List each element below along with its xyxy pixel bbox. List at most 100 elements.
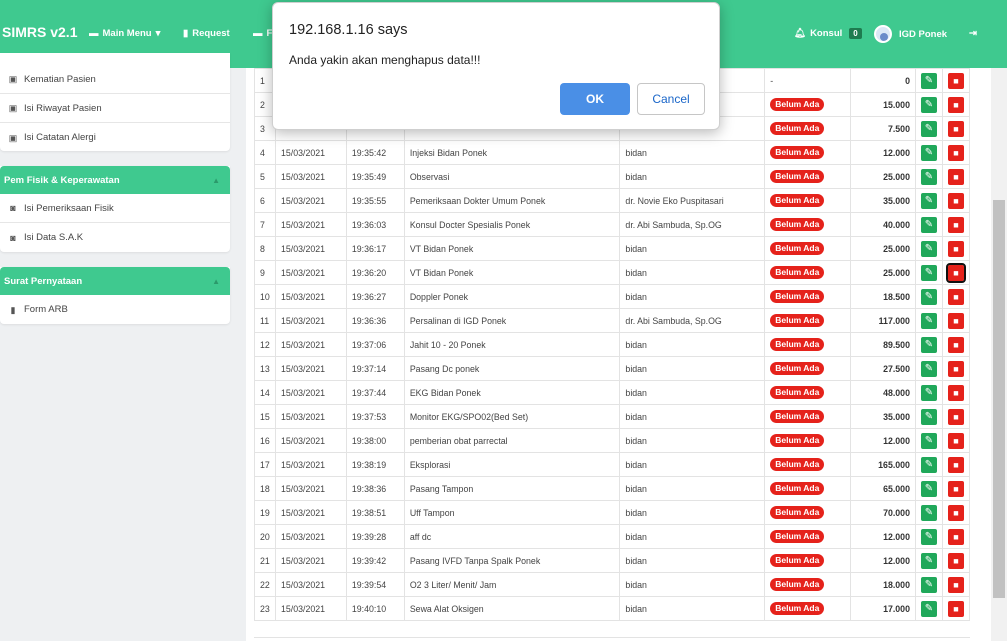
sidebar-item-riwayat[interactable]: ▣ Isi Riwayat Pasien	[0, 94, 230, 123]
delete-button[interactable]: ■	[947, 312, 964, 329]
cell-petugas: bidan	[619, 404, 766, 429]
cell-tarif: 12.000	[850, 428, 916, 453]
edit-button[interactable]: ✎	[920, 600, 937, 617]
status-badge: Belum Ada	[770, 554, 825, 567]
edit-button[interactable]: ✎	[920, 552, 937, 569]
table-row: 13 15/03/2021 19:37:14 Pasang Dc ponek bidan…	[254, 356, 971, 381]
konsul-menu[interactable]: 🔔︎ Konsul 0	[794, 28, 862, 39]
status-badge: Belum Ada	[770, 458, 825, 471]
sidebar-item-pemeriksaan-fisik[interactable]: ◙ Isi Pemeriksaan Fisik	[0, 194, 230, 223]
cell-name: VT Bidan Ponek	[403, 260, 621, 285]
delete-button[interactable]: ■	[947, 600, 964, 617]
delete-button[interactable]: ■	[947, 192, 964, 209]
delete-button[interactable]: ■	[947, 456, 964, 473]
edit-button[interactable]: ✎	[920, 336, 937, 353]
cancel-button[interactable]: Cancel	[637, 83, 705, 115]
status-badge: Belum Ada	[770, 314, 825, 327]
edit-button[interactable]: ✎	[920, 480, 937, 497]
cell-petugas: dr. Abi Sambuda, Sp.OG	[619, 308, 766, 333]
sidebar-item-kematian[interactable]: ▣ Kematian Pasien	[0, 65, 230, 94]
edit-button[interactable]: ✎	[920, 144, 937, 161]
edit-button[interactable]: ✎	[920, 408, 937, 425]
sidebar-item-alergi[interactable]: ▣ Isi Catatan Alergi	[0, 123, 230, 152]
delete-button[interactable]: ■	[947, 408, 964, 425]
delete-button[interactable]: ■	[947, 288, 964, 305]
edit-button[interactable]: ✎	[920, 576, 937, 593]
cell-petugas: bidan	[619, 284, 766, 309]
status-cell: Belum Ada	[764, 404, 852, 429]
logout-button[interactable]: ⇥	[969, 28, 977, 39]
edit-button[interactable]: ✎	[920, 96, 937, 113]
status-badge: Belum Ada	[770, 410, 825, 423]
delete-cell: ■	[941, 476, 971, 501]
file-icon: ▮	[183, 28, 189, 39]
delete-button[interactable]: ■	[947, 336, 964, 353]
edit-cell: ✎	[914, 68, 943, 93]
app-brand[interactable]: SIMRS v2.1	[2, 24, 77, 40]
delete-button[interactable]: ■	[947, 72, 964, 89]
edit-button[interactable]: ✎	[920, 432, 937, 449]
sidebar-item-form-arb[interactable]: ▮ Form ARB	[0, 295, 230, 324]
request-menu[interactable]: ▮ Request	[183, 28, 230, 39]
cell-tarif: 25.000	[850, 236, 916, 261]
panel-header[interactable]: Pem Fisik & Keperawatan ▲	[0, 166, 230, 194]
edit-button[interactable]: ✎	[920, 264, 937, 281]
status-cell: Belum Ada	[764, 548, 852, 573]
delete-button[interactable]: ■	[947, 504, 964, 521]
cell-name: Persalinan di IGD Ponek	[403, 308, 621, 333]
cell-no: 18	[254, 476, 276, 501]
delete-button[interactable]: ■	[947, 552, 964, 569]
delete-cell: ■	[941, 212, 971, 237]
cell-no: 13	[254, 356, 276, 381]
delete-button[interactable]: ■	[947, 216, 964, 233]
edit-button[interactable]: ✎	[920, 72, 937, 89]
edit-button[interactable]: ✎	[920, 360, 937, 377]
cell-no: 9	[254, 260, 276, 285]
edit-button[interactable]: ✎	[920, 168, 937, 185]
edit-button[interactable]: ✎	[920, 456, 937, 473]
edit-cell: ✎	[914, 428, 943, 453]
delete-button[interactable]: ■	[947, 240, 964, 257]
confirm-dialog: 192.168.1.16 says Anda yakin akan mengha…	[272, 2, 720, 130]
cell-name: aff dc	[403, 524, 621, 549]
chevron-up-icon: ▲	[212, 276, 220, 286]
cell-date: 15/03/2021	[274, 428, 347, 453]
delete-button[interactable]: ■	[947, 480, 964, 497]
panel-header[interactable]: Surat Pernyataan ▲	[0, 267, 230, 295]
edit-cell: ✎	[914, 212, 943, 237]
edit-button[interactable]: ✎	[920, 120, 937, 137]
delete-button[interactable]: ■	[947, 432, 964, 449]
delete-button[interactable]: ■	[947, 384, 964, 401]
third-menu[interactable]: ▬ F	[253, 28, 272, 39]
table-row: 8 15/03/2021 19:36:17 VT Bidan Ponek bidan Be…	[254, 236, 971, 261]
edit-button[interactable]: ✎	[920, 384, 937, 401]
delete-button[interactable]: ■	[947, 120, 964, 137]
edit-button[interactable]: ✎	[920, 504, 937, 521]
delete-button[interactable]: ■	[947, 528, 964, 545]
cell-no: 17	[254, 452, 276, 477]
delete-button[interactable]: ■	[947, 96, 964, 113]
status-cell: Belum Ada	[764, 572, 852, 597]
cell-no: 22	[254, 572, 276, 597]
ok-button[interactable]: OK	[560, 83, 630, 115]
delete-button[interactable]: ■	[947, 144, 964, 161]
edit-button[interactable]: ✎	[920, 288, 937, 305]
edit-button[interactable]: ✎	[920, 240, 937, 257]
edit-button[interactable]: ✎	[920, 192, 937, 209]
cell-time: 19:37:44	[345, 380, 405, 405]
delete-button[interactable]: ■	[947, 168, 964, 185]
cell-tarif: 18.500	[850, 284, 916, 309]
request-label: Request	[192, 28, 230, 39]
edit-button[interactable]: ✎	[920, 312, 937, 329]
scrollbar-thumb[interactable]	[993, 200, 1005, 598]
edit-button[interactable]: ✎	[920, 216, 937, 233]
delete-button[interactable]: ■	[947, 576, 964, 593]
delete-cell: ■	[941, 452, 971, 477]
sidebar-item-data-sak[interactable]: ◙ Isi Data S.A.K	[0, 223, 230, 252]
delete-button[interactable]: ■	[947, 360, 964, 377]
cell-time: 19:37:06	[345, 332, 405, 357]
user-menu[interactable]: IGD Ponek	[874, 25, 947, 43]
edit-button[interactable]: ✎	[920, 528, 937, 545]
main-menu-dropdown[interactable]: ▬ Main Menu ▾	[89, 28, 160, 39]
delete-button[interactable]: ■	[945, 262, 966, 283]
